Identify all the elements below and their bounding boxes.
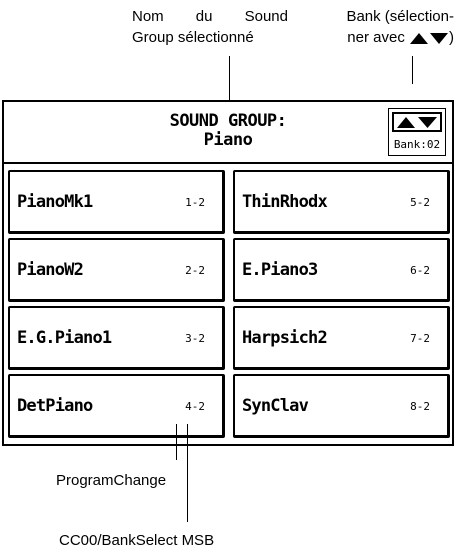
sound-button[interactable]: SynClav 8-2 bbox=[233, 374, 450, 438]
sound-group-screen: SOUND GROUP: Piano Bank:02 PianoMk1 1-2 … bbox=[2, 100, 454, 446]
sound-button[interactable]: E.Piano3 6-2 bbox=[233, 238, 450, 302]
sound-name: E.Piano3 bbox=[242, 260, 318, 280]
bank-callout-line1: Bank (sélection- bbox=[346, 8, 454, 25]
header-title: SOUND GROUP: bbox=[169, 111, 287, 131]
bank-up-down-button[interactable] bbox=[392, 112, 442, 132]
sound-name: ThinRhodx bbox=[242, 192, 328, 212]
up-down-arrows-icon bbox=[410, 33, 448, 45]
sound-code: 8-2 bbox=[410, 400, 430, 413]
group-name-callout-line1: Nom du Sound bbox=[132, 8, 288, 25]
sound-code: 6-2 bbox=[410, 264, 430, 277]
sound-name: PianoMk1 bbox=[17, 192, 93, 212]
header-title-block: SOUND GROUP: Piano bbox=[4, 112, 452, 150]
bank-select-leader bbox=[187, 424, 188, 522]
bank-callout-close: ) bbox=[449, 29, 454, 46]
sound-code: 5-2 bbox=[410, 196, 430, 209]
group-name-callout-line2: Group sélectionné bbox=[132, 29, 254, 46]
sound-button[interactable]: ThinRhodx 5-2 bbox=[233, 170, 450, 234]
sound-code: 2-2 bbox=[185, 264, 205, 277]
group-name-callout: Nom du Sound Group sélectionné bbox=[132, 6, 288, 48]
sound-code: 4-2 bbox=[185, 400, 205, 413]
sound-code: 7-2 bbox=[410, 332, 430, 345]
bank-selector[interactable]: Bank:02 bbox=[388, 108, 446, 156]
sound-code: 3-2 bbox=[185, 332, 205, 345]
sound-name: SynClav bbox=[242, 396, 309, 416]
up-down-arrows-icon bbox=[397, 117, 437, 128]
selected-group-name: Piano bbox=[203, 130, 253, 150]
sound-button[interactable]: DetPiano 4-2 bbox=[8, 374, 225, 438]
program-change-callout: ProgramChange bbox=[56, 472, 167, 489]
sound-name: DetPiano bbox=[17, 396, 93, 416]
sound-name: E.G.Piano1 bbox=[17, 328, 112, 348]
bank-callout: Bank (sélection- ner avec ) bbox=[322, 6, 454, 48]
sound-grid: PianoMk1 1-2 ThinRhodx 5-2 PianoW2 2-2 E… bbox=[8, 170, 450, 442]
sound-code: 1-2 bbox=[185, 196, 205, 209]
sound-name: Harpsich2 bbox=[242, 328, 328, 348]
sound-name: PianoW2 bbox=[17, 260, 84, 280]
sound-button[interactable]: Harpsich2 7-2 bbox=[233, 306, 450, 370]
sound-button[interactable]: PianoW2 2-2 bbox=[8, 238, 225, 302]
bank-number: Bank:02 bbox=[393, 138, 441, 151]
sound-button[interactable]: PianoMk1 1-2 bbox=[8, 170, 225, 234]
sound-button[interactable]: E.G.Piano1 3-2 bbox=[8, 306, 225, 370]
bank-leader bbox=[412, 56, 413, 84]
bank-select-callout: CC00/BankSelect MSB bbox=[59, 532, 215, 549]
screen-header: SOUND GROUP: Piano Bank:02 bbox=[4, 102, 452, 164]
bank-callout-line2: ner avec bbox=[347, 29, 405, 46]
program-change-leader bbox=[176, 424, 177, 460]
